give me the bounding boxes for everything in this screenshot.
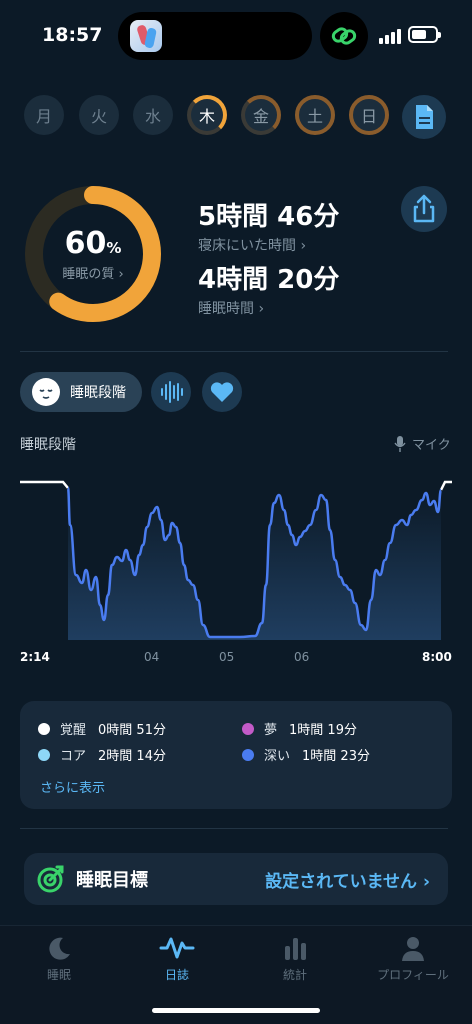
- asleep-metric[interactable]: 4時間 20分 睡眠時間 ›: [198, 259, 339, 318]
- share-button[interactable]: [401, 186, 447, 232]
- time-tick-05: 05: [219, 650, 235, 664]
- report-button[interactable]: [402, 95, 446, 139]
- awake-segment: [20, 480, 69, 489]
- divider: [20, 351, 448, 352]
- nav-stats[interactable]: 統計: [236, 934, 354, 983]
- day-fri[interactable]: 金: [241, 95, 281, 135]
- sleep-quality-value: 60%: [64, 226, 122, 261]
- awake-segment-end: [439, 480, 452, 491]
- legend-core: コア 2時間 14分: [38, 745, 166, 764]
- legend-dot: [242, 748, 254, 761]
- nav-profile[interactable]: プロフィール: [354, 934, 472, 983]
- legend-dot: [38, 722, 50, 735]
- legend-dot: [242, 722, 254, 735]
- moon-icon: [49, 937, 70, 960]
- in-bed-metric[interactable]: 5時間 46分 寝床にいた時間 ›: [198, 196, 339, 255]
- time-tick-04: 04: [144, 650, 160, 664]
- time-tick-06: 06: [294, 650, 310, 664]
- tab-sleep-stages[interactable]: 睡眠段階: [20, 372, 142, 412]
- time-end: 8:00: [422, 650, 452, 664]
- waveform-icon: [161, 381, 183, 403]
- legend-dot: [38, 748, 50, 761]
- asleep-label: 睡眠時間 ›: [198, 301, 265, 317]
- document-icon: [416, 105, 433, 129]
- nav-journal[interactable]: 日誌: [118, 934, 236, 983]
- nav-sleep[interactable]: 睡眠: [0, 934, 118, 983]
- day-thu[interactable]: 木: [187, 95, 227, 135]
- tab-sounds[interactable]: [151, 372, 191, 412]
- sleep-goal-row[interactable]: 睡眠目標 設定されていません ›: [24, 853, 448, 905]
- app-activity-icon: [130, 20, 162, 52]
- microphone-icon: [394, 436, 406, 452]
- day-sun[interactable]: 日: [349, 95, 389, 135]
- heart-icon: [210, 382, 234, 402]
- legend-dream: 夢 1時間 19分: [242, 719, 357, 738]
- link-icon: [320, 12, 368, 60]
- sleep-quality-label: 睡眠の質 ›: [62, 267, 124, 282]
- goal-title: 睡眠目標: [76, 870, 148, 891]
- sleep-quality-button[interactable]: 60% 睡眠の質 ›: [24, 185, 162, 323]
- day-sat[interactable]: 土: [295, 95, 335, 135]
- battery-icon: [408, 26, 441, 43]
- stage-summary-card: 覚醒 0時間 51分 夢 1時間 19分 コア 2時間 14分 深い 1時間 23分 さ…: [20, 701, 452, 809]
- status-time: 18:57: [42, 24, 103, 46]
- day-wed[interactable]: 水: [133, 95, 173, 135]
- time-start: 2:14: [20, 650, 50, 664]
- sleep-stage-chart: [20, 480, 452, 640]
- home-indicator: [152, 1008, 320, 1013]
- target-icon: [37, 865, 64, 893]
- in-bed-value: 5時間 46分: [198, 202, 340, 232]
- in-bed-label: 寝床にいた時間 ›: [198, 238, 307, 254]
- share-icon: [413, 194, 435, 223]
- goal-status: 設定されていません ›: [265, 871, 430, 892]
- show-more-link[interactable]: さらに表示: [40, 777, 105, 796]
- bar-chart-icon: [285, 938, 306, 960]
- divider: [20, 828, 448, 829]
- legend-awake: 覚醒 0時間 51分: [38, 719, 166, 738]
- dynamic-island: [118, 12, 312, 60]
- signal-icon: [379, 28, 405, 44]
- tab-sleep-stages-label: 睡眠段階: [70, 385, 126, 401]
- legend-deep: 深い 1時間 23分: [242, 745, 370, 764]
- sleeping-face-icon: [32, 378, 60, 406]
- tab-heart-rate[interactable]: [202, 372, 242, 412]
- asleep-value: 4時間 20分: [198, 265, 340, 295]
- mic-toggle[interactable]: マイク: [394, 434, 451, 453]
- hypnogram-fill: [68, 488, 441, 640]
- pulse-icon: [159, 937, 195, 959]
- day-mon[interactable]: 月: [24, 95, 64, 135]
- day-tue[interactable]: 火: [79, 95, 119, 135]
- person-icon: [402, 937, 424, 961]
- chart-title: 睡眠段階: [20, 437, 76, 453]
